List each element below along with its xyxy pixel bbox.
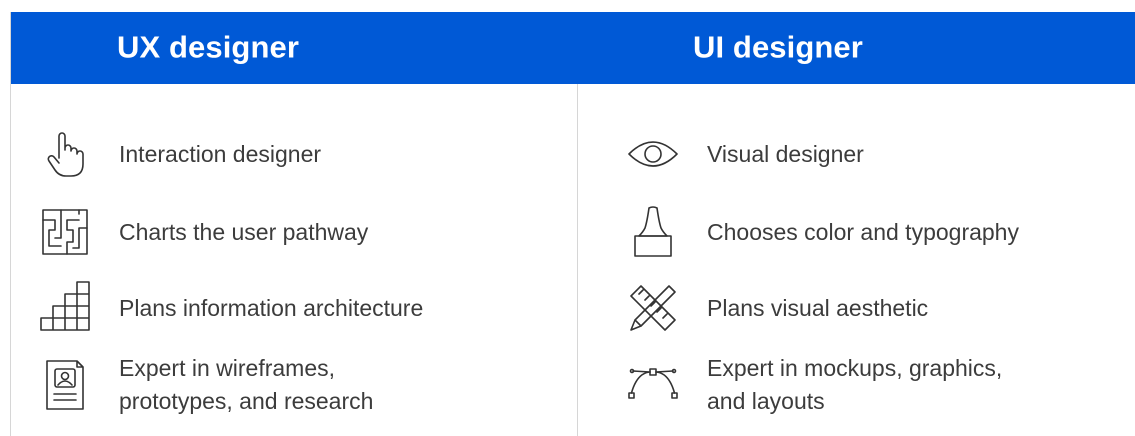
item-label: Interaction designer [119, 140, 322, 167]
item-label: Charts the user pathway [119, 218, 369, 245]
bezier-curve-icon [623, 355, 683, 415]
list-item: Expert in wireframes, prototypes, and re… [35, 352, 373, 418]
blocks-staircase-icon [35, 278, 95, 338]
list-item: Visual designer [623, 124, 864, 184]
column-divider [577, 84, 578, 436]
list-item: Charts the user pathway [35, 202, 368, 262]
maze-icon [35, 202, 95, 262]
pointing-hand-icon [35, 124, 95, 184]
eye-icon [623, 124, 683, 184]
ruler-pencil-icon [623, 278, 683, 338]
list-item: Expert in mockups, graphics, and layouts [623, 352, 1002, 418]
document-profile-icon [35, 355, 95, 415]
item-label: Visual designer [707, 140, 864, 167]
comparison-table: UX designer UI designer Interaction desi… [10, 12, 1135, 436]
item-label: Plans visual aesthetic [707, 294, 929, 321]
paintbrush-icon [623, 202, 683, 262]
item-label: Expert in wireframes, prototypes, and re… [119, 355, 374, 414]
list-item: Interaction designer [35, 124, 321, 184]
item-label: Chooses color and typography [707, 218, 1019, 245]
list-item: Plans information architecture [35, 278, 423, 338]
item-label: Expert in mockups, graphics, and layouts [707, 355, 1003, 414]
list-item: Chooses color and typography [623, 202, 1019, 262]
ux-designer-heading: UX designer [117, 29, 299, 65]
ui-designer-heading: UI designer [693, 29, 863, 65]
table-header: UX designer UI designer [11, 12, 1135, 84]
list-item: Plans visual aesthetic [623, 278, 928, 338]
item-label: Plans information architecture [119, 294, 424, 321]
